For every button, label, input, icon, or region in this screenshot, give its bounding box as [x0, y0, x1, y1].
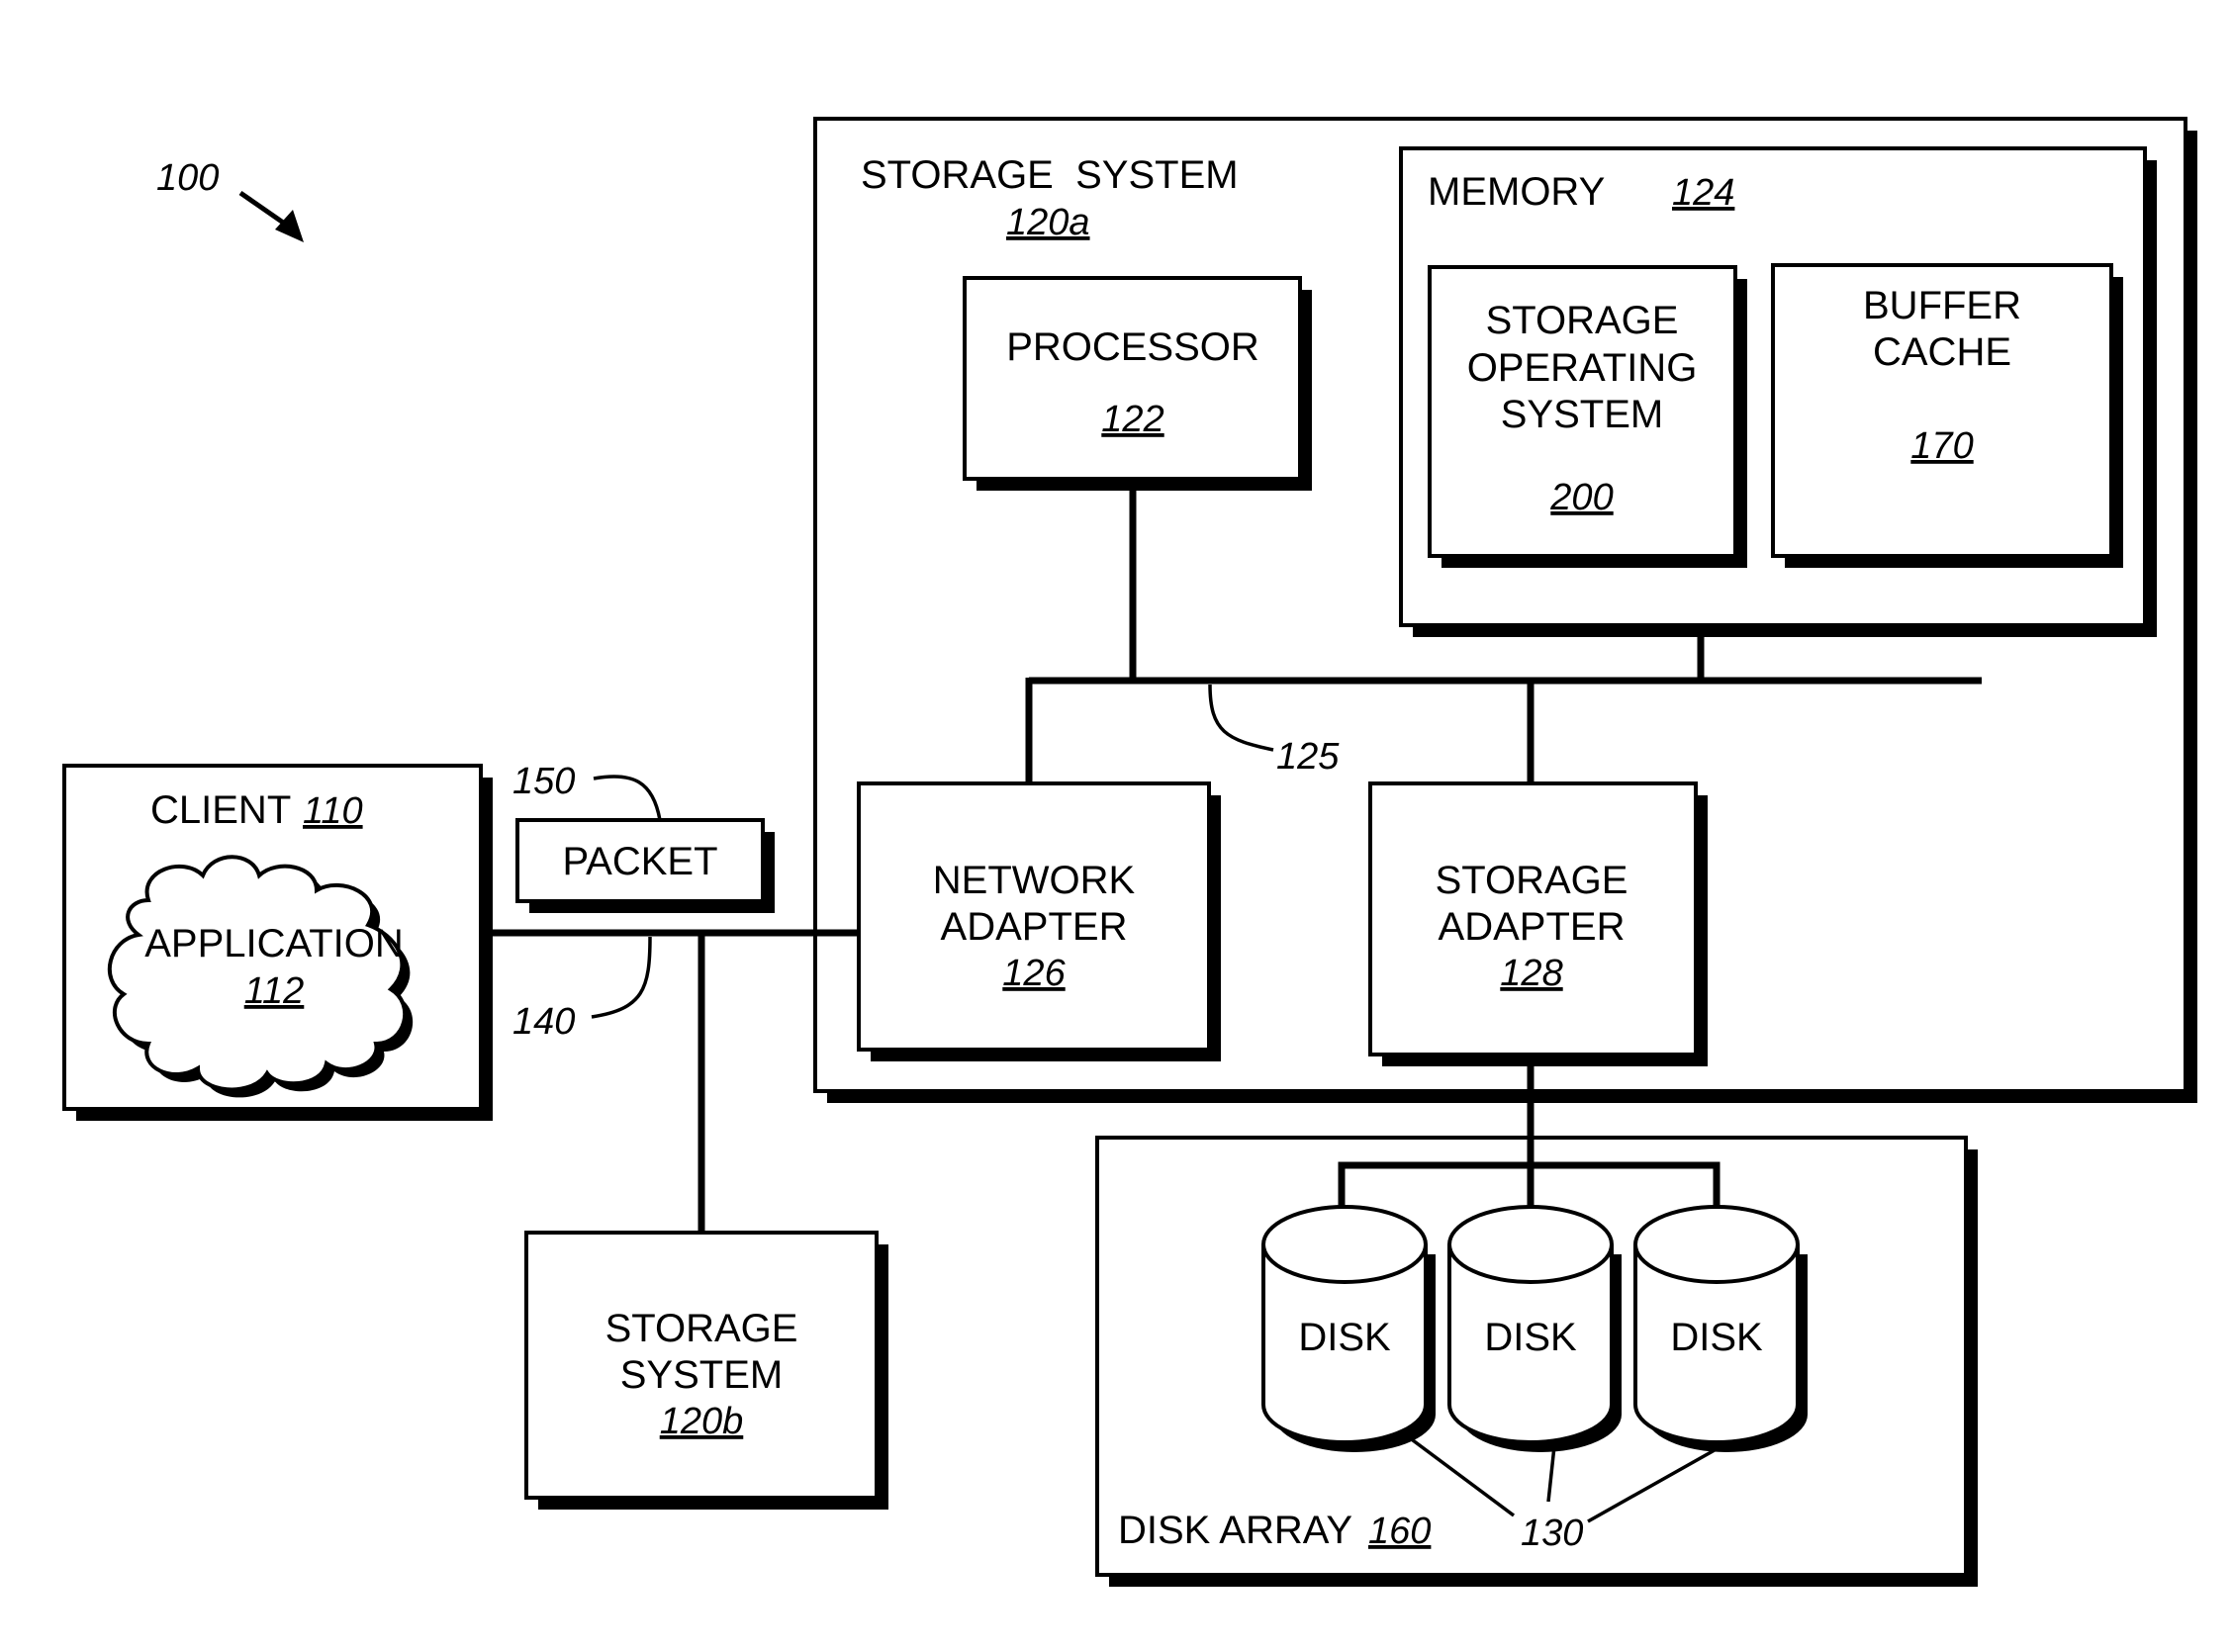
- disk-label: DISK: [1670, 1316, 1763, 1359]
- processor-ref: 122: [1101, 399, 1163, 440]
- figure-ref-label: 100: [156, 157, 219, 199]
- buffer-cache-box: BUFFER CACHE 170: [1771, 263, 2123, 568]
- buffer-cache-line-1: BUFFER: [1863, 284, 2021, 327]
- storage-operating-system-box: STORAGE OPERATING SYSTEM 200: [1428, 265, 1747, 568]
- network-link: 140: [481, 929, 859, 1233]
- disk-label: DISK: [1298, 1316, 1391, 1359]
- sos-line-2: OPERATING: [1467, 346, 1698, 390]
- network-adapter-line-1: NETWORK: [933, 859, 1136, 902]
- storage-adapter-line-1: STORAGE: [1436, 859, 1628, 902]
- sos-line-3: SYSTEM: [1501, 393, 1663, 436]
- processor-box: PROCESSOR 122: [963, 276, 1312, 491]
- storage-adapter-box: STORAGE ADAPTER 128: [1368, 781, 1708, 1066]
- storage-system-title: STORAGE SYSTEM: [861, 153, 1239, 197]
- network-ref: 140: [512, 1001, 575, 1043]
- storage-system-b-line-2: SYSTEM: [620, 1353, 783, 1397]
- network-adapter-box: NETWORK ADAPTER 126: [857, 781, 1221, 1061]
- storage-adapter-line-2: ADAPTER: [1439, 905, 1626, 949]
- disk-array-ref: 160: [1368, 1511, 1431, 1552]
- disks-ref: 130: [1521, 1513, 1583, 1554]
- storage-system-120b: STORAGE SYSTEM 120b: [524, 1231, 888, 1510]
- network-adapter-ref: 126: [1002, 953, 1066, 994]
- packet-label: PACKET: [562, 840, 717, 883]
- buffer-cache-line-2: CACHE: [1873, 330, 2011, 374]
- disk-array-box: DISK ARRAY 160 DISK DISK DISK 130: [1095, 1055, 1978, 1587]
- bus-ref: 125: [1276, 736, 1340, 778]
- storage-system-ref: 120a: [1006, 202, 1090, 243]
- network-adapter-line-2: ADAPTER: [941, 905, 1128, 949]
- memory-box: MEMORY 124 STORAGE OPERATING SYSTEM 200 …: [1399, 146, 2157, 637]
- storage-network-diagram: 100 STORAGE SYSTEM 120a 125 PROCESSOR 12…: [62, 117, 2197, 1587]
- storage-system-b-line-1: STORAGE: [605, 1307, 798, 1350]
- disks-group: DISK DISK DISK: [1261, 1205, 1808, 1452]
- disk-label: DISK: [1484, 1316, 1577, 1359]
- packet-ref: 150: [512, 761, 575, 802]
- storage-system-b-ref: 120b: [660, 1401, 744, 1442]
- buffer-cache-ref: 170: [1910, 425, 1973, 467]
- figure-arrow-icon: [238, 190, 304, 242]
- storage-adapter-ref: 128: [1500, 953, 1562, 994]
- memory-ref: 124: [1672, 172, 1734, 214]
- client-ref: 110: [303, 790, 363, 832]
- disk-cylinder: DISK: [1261, 1205, 1436, 1452]
- disk-cylinder: DISK: [1447, 1205, 1622, 1452]
- disk-cylinder: DISK: [1633, 1205, 1808, 1452]
- application-ref: 112: [244, 970, 305, 1012]
- figure-reference: 100: [156, 157, 304, 242]
- client-label: CLIENT: [150, 788, 291, 832]
- client-box: CLIENT 110 APPLICATION 112: [62, 764, 493, 1121]
- disk-array-label: DISK ARRAY: [1118, 1509, 1352, 1552]
- application-label: APPLICATION: [144, 922, 404, 965]
- processor-label: PROCESSOR: [1006, 325, 1259, 369]
- memory-label: MEMORY: [1428, 170, 1605, 214]
- sos-ref: 200: [1549, 477, 1613, 518]
- packet-box: PACKET 150: [512, 761, 775, 913]
- sos-line-1: STORAGE: [1486, 299, 1679, 342]
